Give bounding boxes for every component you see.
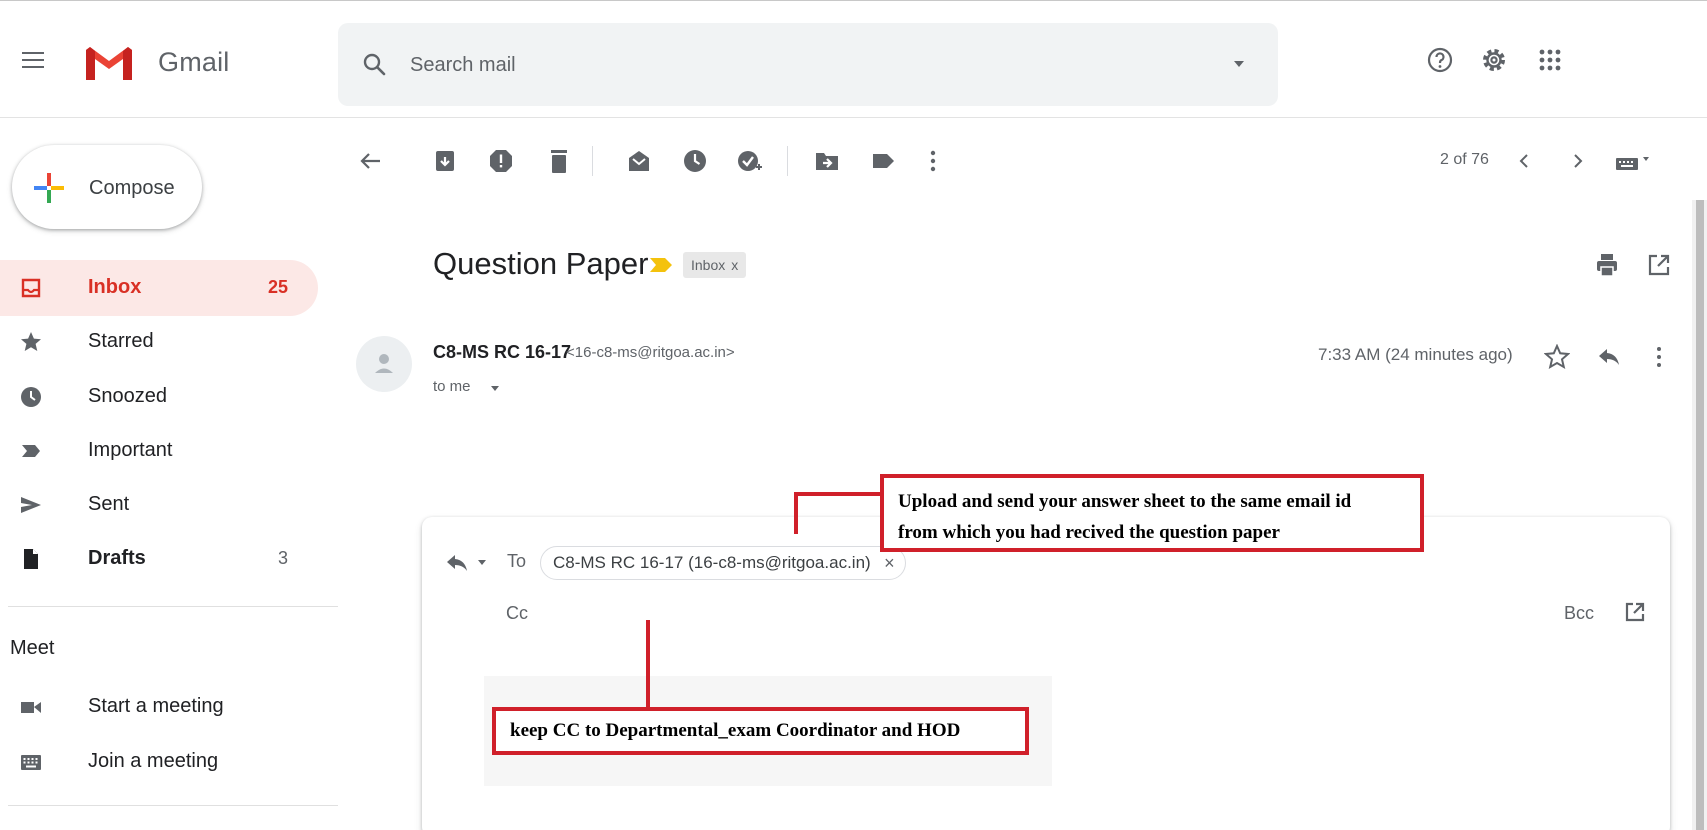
important-icon (22, 445, 40, 457)
report-spam-icon[interactable] (488, 148, 514, 174)
pagination-count: 2 of 76 (1440, 151, 1489, 168)
sidebar-item-label: Important (88, 439, 173, 461)
compose-label: Compose (89, 177, 175, 199)
recipient-summary: to me (433, 378, 471, 395)
archive-icon[interactable] (432, 148, 458, 174)
toolbar-separator (592, 146, 593, 176)
more-options-icon[interactable] (920, 148, 946, 174)
sidebar-item-inbox[interactable]: Inbox 25 (0, 260, 318, 316)
help-icon[interactable] (1426, 46, 1454, 74)
back-arrow-icon[interactable] (358, 148, 384, 174)
annotation-text: keep CC to Departmental_exam Coordinator… (510, 720, 961, 741)
reply-type-caret-icon[interactable] (478, 560, 486, 565)
search-bar[interactable] (338, 23, 1278, 106)
search-icon[interactable] (362, 52, 386, 76)
reply-icon[interactable] (1596, 344, 1622, 370)
annotation-upload-instructions: Upload and send your answer sheet to the… (880, 474, 1424, 552)
send-icon (21, 497, 41, 513)
sidebar-divider (8, 606, 338, 607)
recipient-chip-text: C8-MS RC 16-17 (16-c8-ms@ritgoa.ac.in) (553, 553, 871, 572)
open-new-window-icon[interactable] (1646, 252, 1672, 278)
gmail-logo-icon[interactable] (84, 44, 134, 82)
sender-name[interactable]: C8-MS RC 16-17 (433, 342, 571, 363)
move-to-icon[interactable] (814, 148, 840, 174)
sidebar-item-snoozed[interactable]: Snoozed (0, 369, 318, 425)
annotation-connector (794, 492, 798, 534)
star-toggle-icon[interactable] (1544, 344, 1570, 370)
toolbar-separator (787, 146, 788, 176)
importance-marker-icon[interactable] (650, 258, 672, 272)
annotation-connector (794, 492, 884, 496)
draft-icon (24, 549, 38, 569)
default-avatar-icon (375, 354, 393, 373)
remove-label-button[interactable]: x (731, 257, 738, 273)
sidebar-item-starred[interactable]: Starred (0, 314, 318, 370)
label-icon[interactable] (870, 148, 896, 174)
keyboard-icon (21, 755, 41, 770)
inbox-label-chip: Inbox x (683, 252, 747, 278)
message-timestamp: 7:33 AM (24 minutes ago) (1318, 345, 1513, 364)
star-icon (21, 332, 41, 351)
sidebar-item-label: Join a meeting (88, 750, 219, 772)
newer-chevron-right-icon[interactable] (1565, 148, 1591, 174)
annotation-connector (646, 620, 650, 710)
meet-heading: Meet (10, 637, 55, 659)
sidebar-item-label: Inbox (88, 276, 142, 298)
delete-icon[interactable] (546, 148, 572, 174)
message-more-icon[interactable] (1646, 344, 1672, 370)
sender-avatar[interactable] (356, 336, 412, 392)
recipient-chip[interactable]: C8-MS RC 16-17 (16-c8-ms@ritgoa.ac.in) × (540, 546, 906, 580)
pop-out-reply-icon[interactable] (1624, 601, 1646, 623)
apps-grid-icon[interactable] (1536, 46, 1564, 74)
sidebar-item-label: Start a meeting (88, 695, 224, 717)
input-tools-keyboard-icon[interactable] (1614, 148, 1654, 174)
older-chevron-left-icon[interactable] (1511, 148, 1537, 174)
cc-field-label[interactable]: Cc (506, 603, 528, 624)
sidebar-item-important[interactable]: Important (0, 423, 318, 479)
sidebar-item-label: Sent (88, 493, 130, 515)
search-input[interactable] (410, 50, 1170, 80)
scrollbar-thumb[interactable] (1696, 200, 1704, 830)
compose-button[interactable]: Compose (12, 145, 202, 229)
clock-icon (21, 387, 41, 407)
sender-email: <16-c8-ms@ritgoa.ac.in> (566, 344, 735, 361)
show-details-caret-icon[interactable] (491, 386, 499, 391)
email-subject: Question Paper (433, 246, 649, 281)
search-options-caret-icon[interactable] (1234, 61, 1244, 67)
inbox-unread-count: 25 (267, 277, 288, 297)
hamburger-menu-icon[interactable] (22, 52, 44, 68)
sidebar-divider (8, 805, 338, 806)
video-icon (21, 702, 41, 713)
compose-plus-icon (34, 173, 64, 203)
sidebar-item-join-meeting[interactable]: Join a meeting (0, 734, 318, 790)
bcc-button[interactable]: Bcc (1564, 603, 1594, 624)
drafts-count: 3 (277, 548, 288, 568)
print-icon[interactable] (1594, 252, 1620, 278)
app-title[interactable]: Gmail (158, 47, 230, 78)
annotation-text: from which you had recived the question … (898, 522, 1280, 543)
sidebar-item-drafts[interactable]: Drafts 3 (0, 531, 318, 587)
sidebar-item-label: Snoozed (88, 385, 167, 407)
label-chip-text: Inbox (691, 257, 726, 273)
to-label: To (507, 551, 527, 571)
inbox-icon (21, 278, 41, 298)
mark-unread-icon[interactable] (626, 148, 652, 174)
reply-type-icon[interactable] (444, 550, 470, 576)
settings-icon[interactable] (1480, 46, 1508, 74)
sidebar-item-start-meeting[interactable]: Start a meeting (0, 679, 318, 735)
annotation-cc-instructions: keep CC to Departmental_exam Coordinator… (492, 707, 1029, 755)
snooze-clock-icon[interactable] (682, 148, 708, 174)
app-header: Gmail (0, 0, 1707, 118)
sidebar-item-label: Drafts (88, 547, 146, 569)
sidebar-item-sent[interactable]: Sent (0, 477, 318, 533)
sidebar-item-label: Starred (88, 330, 154, 352)
annotation-text: Upload and send your answer sheet to the… (898, 491, 1352, 512)
add-to-tasks-icon[interactable] (736, 148, 762, 174)
